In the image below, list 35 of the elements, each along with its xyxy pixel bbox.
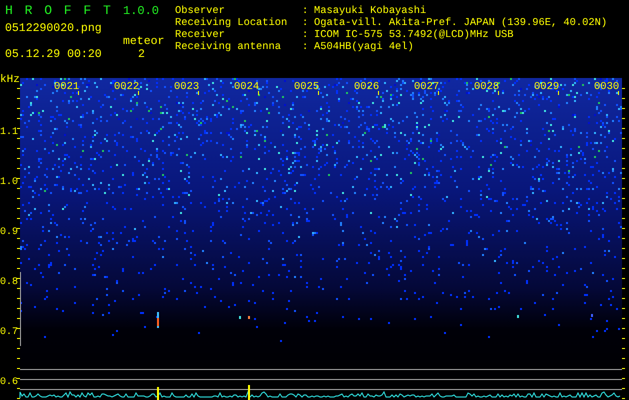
y-axis-label: 1.0 (0, 177, 18, 188)
meteor-label: meteor (123, 35, 166, 48)
info-value: ICOM IC-575 53.7492(@LCD)MHz USB (314, 29, 514, 41)
separator: : (302, 29, 310, 41)
time-label: 0026 (354, 81, 380, 93)
y-axis-label: 0.9 (0, 227, 18, 238)
app-title: H R O F F T (5, 3, 113, 18)
time-label: 0021 (54, 81, 80, 93)
time-label: 0029 (534, 81, 560, 93)
y-axis-unit: kHz (0, 74, 20, 86)
y-axis-label: 0.8 (0, 277, 18, 288)
info-value: Masayuki Kobayashi (314, 5, 426, 17)
time-label: 0030 (594, 81, 620, 93)
file-name: 0512290020.png (5, 21, 103, 37)
info-label: Receiver (175, 29, 226, 41)
info-value: A504HB(yagi 4el) (314, 41, 414, 53)
time-label: 0022 (114, 81, 140, 93)
y-axis-label: 0.7 (0, 327, 18, 338)
version-label: 1.0.0 (123, 3, 160, 18)
meteor-count: 2 (137, 48, 146, 62)
separator: : (302, 41, 310, 53)
time-label: 0025 (294, 81, 320, 93)
y-axis-label: 1.1 (0, 127, 18, 138)
timestamp: 05.12.29 00:20 (5, 48, 103, 62)
info-label: Observer (175, 5, 226, 17)
time-label: 0027 (414, 81, 440, 93)
info-value: Ogata-vill. Akita-Pref. JAPAN (139.96E, 40.02N) (314, 17, 608, 29)
info-label: Receiving Location (175, 17, 288, 29)
separator: : (302, 17, 310, 29)
info-label: Receiving antenna (175, 41, 282, 53)
time-label: 0028 (474, 81, 500, 93)
separator: : (302, 5, 310, 17)
time-label: 0023 (174, 81, 200, 93)
time-label: 0024 (234, 81, 260, 93)
y-axis-label: 0.6 (0, 377, 18, 388)
